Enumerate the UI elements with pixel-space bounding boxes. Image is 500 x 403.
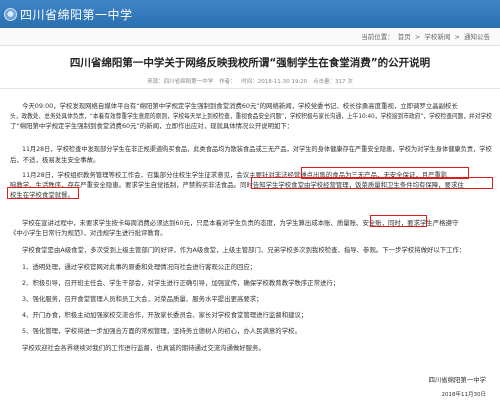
paragraph-line: 学校欢迎社会各界继续对我们的工作进行监督，也真诚的期待通过交流沟通做好服务。 <box>22 344 265 352</box>
breadcrumb-separator: > <box>454 33 460 41</box>
paragraph-line: 了“绵阳第中学规定学生强制到食堂消费60元”的新闻，立即作出应对，现就具体情况公… <box>10 122 294 130</box>
site-name[interactable]: 四川省绵阳第一中学 <box>20 6 133 23</box>
breadcrumb-label: 当前位置： <box>361 33 394 41</box>
school-logo-icon <box>4 7 17 21</box>
paragraph-line: 头，政教处、总务处具体负责，“本着有效尊重学生意愿的原则，学校每天早上到校检查，… <box>10 112 492 120</box>
meta-views: 点击量：317 次 <box>313 79 353 85</box>
list-item: 4、开门办食，积极主动加强家校交流合作，开放家长委员会、家长对学校食堂管理进行监… <box>22 311 308 319</box>
breadcrumb-school-news[interactable]: 学校新闻 <box>424 33 450 41</box>
article-meta: 来源：四川省绵阳第一中学 作者： 时间：2018-11-30 19:20 点击量… <box>0 77 500 89</box>
meta-source: 来源：四川省绵阳第一中学 <box>147 79 214 85</box>
signature-date: 2018年11月30日 <box>441 392 487 398</box>
paragraph-line: 《中小学生日常行为规范》，对违规学生进行批评教育。 <box>10 229 167 237</box>
text-segment: 学校在宣讲过程中，未要求学生按卡每周消费必须达到60元，只是本着对学生负责的态度… <box>22 219 337 227</box>
list-item: 1、透明处理，通过学校官网对此事的原委和处理情况向社会进行客观公正的回应； <box>22 263 257 271</box>
signature-org: 四川省绵阳第一中学 <box>428 376 486 384</box>
article-title: 四川省绵阳第一中学关于网络反映我校所谓“强制学生在食堂消费”的公开说明 <box>69 57 431 69</box>
breadcrumb-bar: 当前位置： 首页 > 学校新闻 > 通知公告 <box>0 28 500 46</box>
breadcrumb-separator: > <box>414 33 421 41</box>
breadcrumb: 当前位置： 首页 > 学校新闻 > 通知公告 <box>359 31 490 41</box>
highlight-box <box>251 177 493 189</box>
site-header: 四川省绵阳第一中学 <box>0 0 500 28</box>
paragraph-line: 今天09:00，学校发现网络自媒体平台有“绵阳第中学规定学生强制到食堂消费60元… <box>22 102 458 110</box>
list-item: 2、积极引导，召开班主任会、学生干部会，对学生进行正确引导，加强宣传，确保学校教… <box>22 279 340 287</box>
highlight-box <box>370 215 427 227</box>
meta-author: 作者： <box>218 79 236 85</box>
list-item: 3、强化服务，召开食堂管理人员和员工大会，对菜品质量、服务水平提出更高要求； <box>22 295 263 303</box>
meta-time: 时间：2018-11-30 19:20 <box>241 79 308 85</box>
paragraph-line: 学校食堂是由A级食堂，多次受到上级主管部门的好评，作为A级食堂，上级主管部门、兄… <box>22 246 466 254</box>
breadcrumb-notices[interactable]: 通知公告 <box>464 33 490 41</box>
highlight-box <box>7 187 79 199</box>
breadcrumb-home[interactable]: 首页 <box>398 33 411 41</box>
paragraph-line: 后，不适，极易发生安全事故。 <box>10 156 100 164</box>
paragraph-line: 11月28日，学校检查中发现部分学生在非正规渠道购买食品，此类食品均为散装食品或… <box>22 145 492 153</box>
list-item: 5、强化管理，学校将进一步加强合方面的常规管理，坚持务立德树人的初心，办人民满意… <box>22 327 301 335</box>
text-segment: 11月28日，学校组织教务管理等校工作会，召集部分住校生学生征求意见，会议主要针… <box>22 171 275 179</box>
